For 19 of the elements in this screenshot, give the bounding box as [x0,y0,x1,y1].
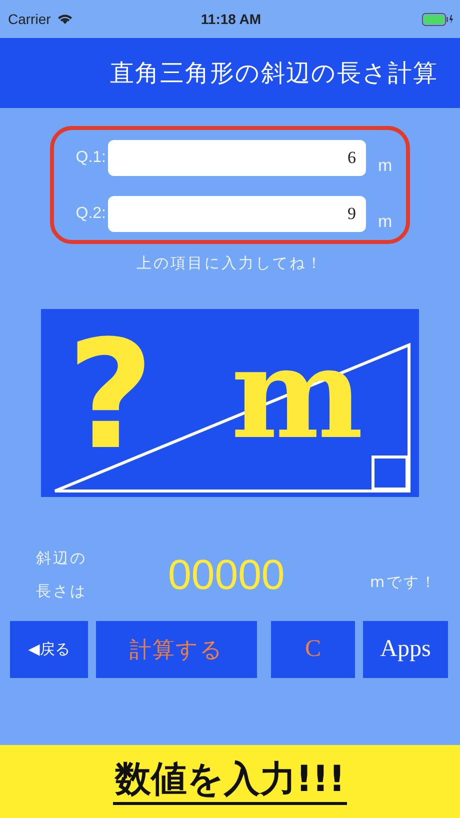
wifi-icon [56,13,73,25]
unit-label: m [378,156,392,176]
apps-button[interactable]: Apps [363,621,448,678]
result-suffix: mです！ [369,572,438,592]
screen-title: 直角三角形の斜辺の長さ計算 [110,58,438,89]
number-field[interactable]: 6 [108,140,366,176]
status-time: 11:18 AM [200,11,262,27]
back-button[interactable]: ◀戻る [10,621,88,678]
result-label: 斜辺の [36,549,88,568]
unit-label: m [378,212,392,232]
field-label: Q.2: [74,205,107,223]
caption-text: 数値を入力!!! [112,758,348,805]
number-field[interactable]: 9 [108,196,366,232]
result-value: 00000 [167,551,286,599]
result-label: 長さは [36,582,88,601]
carrier-name: Carrier [8,11,51,27]
field-label: Q.1: [74,149,107,167]
hint-text: 上の項目に入力してね！ [136,254,324,273]
battery-icon [422,12,454,26]
